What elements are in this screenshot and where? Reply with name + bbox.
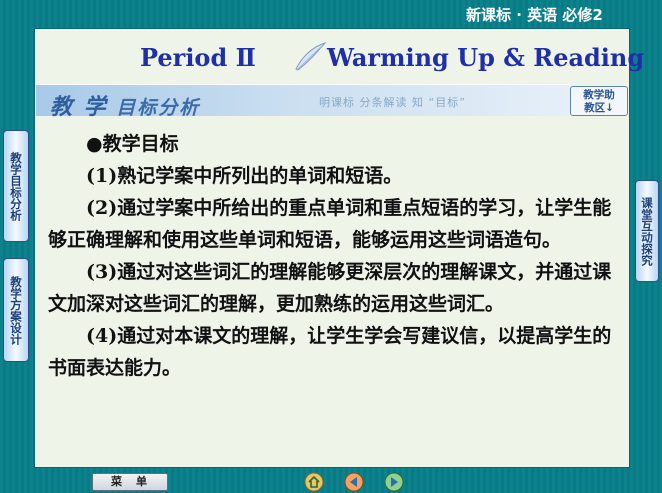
section-heading: 教 学 目标分析 bbox=[50, 89, 200, 121]
forward-icon[interactable] bbox=[384, 472, 404, 492]
section-slogan: 明课标 分条解读 知 “目标” bbox=[319, 96, 466, 109]
course-label: 新课标 · 英语 必修2 bbox=[466, 6, 603, 24]
lesson-title: Warming Up & Reading bbox=[327, 43, 645, 72]
teaching-help-button[interactable]: 教学助 教区↓ bbox=[570, 86, 628, 116]
section-bar: 教 学 目标分析 明课标 分条解读 知 “目标” bbox=[36, 84, 570, 120]
objective-item-1: (1)熟记学案中所列出的单词和短语。 bbox=[86, 165, 403, 187]
home-icon[interactable] bbox=[304, 472, 324, 492]
back-icon[interactable] bbox=[344, 472, 364, 492]
tab-teaching-plan[interactable]: 教学方案设计 bbox=[3, 258, 29, 362]
tab-teaching-objectives[interactable]: 教学目标分析 bbox=[3, 130, 29, 242]
menu-button[interactable]: 菜单 bbox=[92, 473, 168, 491]
objective-item-3: (3)通过对这些词汇的理解能够更深层次的理解课文，并通过课文加深对这些词汇的理解… bbox=[48, 261, 612, 315]
section-heading-rest: 目标分析 bbox=[116, 97, 201, 119]
section-heading-big: 教 学 bbox=[50, 95, 108, 120]
objective-item-4: (4)通过对本课文的理解，让学生学会写建议信，以提高学生的书面表达能力。 bbox=[48, 325, 612, 379]
tab-classroom-interaction[interactable]: 课堂互动探究 bbox=[635, 180, 659, 282]
objectives-heading: ●教学目标 bbox=[86, 133, 179, 155]
feather-icon bbox=[295, 42, 327, 71]
objective-item-2: (2)通过学案中所给出的重点单词和重点短语的学习，让学生能够正确理解和使用这些单… bbox=[48, 197, 612, 251]
period-title: Period Ⅱ bbox=[140, 43, 256, 72]
content-body: ●教学目标 (1)熟记学案中所列出的单词和短语。 (2)通过学案中所给出的重点单… bbox=[48, 128, 626, 384]
